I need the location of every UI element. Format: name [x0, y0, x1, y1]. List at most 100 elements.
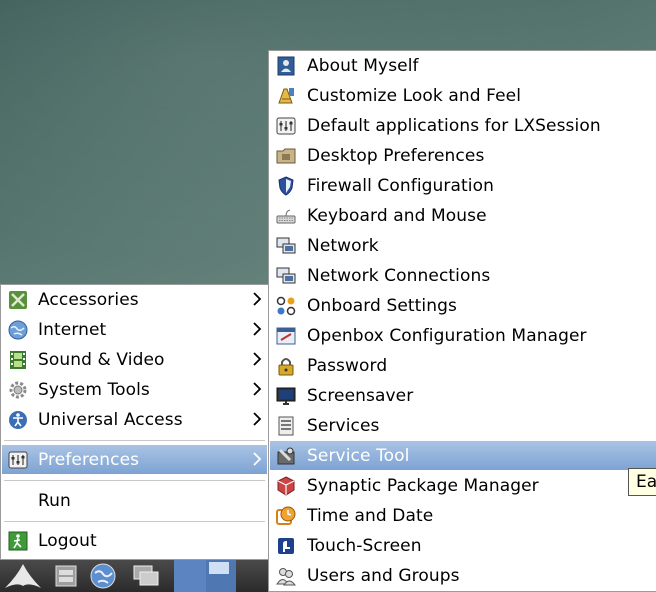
submenu-item-about-myself[interactable]: About Myself: [270, 51, 656, 80]
web-browser-icon: [90, 563, 116, 589]
file-manager-icon: [55, 565, 77, 587]
service-tool-icon: [275, 445, 297, 467]
preferences-icon: [7, 449, 29, 471]
network-icon: [275, 235, 297, 257]
chevron-right-icon: [253, 412, 262, 426]
paint-icon: [275, 85, 297, 107]
workspace-2-button[interactable]: [206, 560, 236, 592]
submenu-item-password[interactable]: Password: [270, 351, 656, 380]
lock-icon: [275, 355, 297, 377]
submenu-item-desktop-preferences[interactable]: Desktop Preferences: [270, 141, 656, 170]
submenu-item-network-connections[interactable]: Network Connections: [270, 261, 656, 290]
submenu-item-label: Services: [307, 415, 380, 436]
run-icon-placeholder: [7, 490, 29, 512]
chevron-right-icon: [253, 382, 262, 396]
menu-item-accessories[interactable]: Accessories: [2, 285, 267, 314]
chevron-right-icon: [253, 452, 262, 466]
submenu-item-label: Screensaver: [307, 385, 414, 406]
menu-item-system-tools[interactable]: System Tools: [2, 375, 267, 404]
submenu-item-openbox-config[interactable]: Openbox Configuration Manager: [270, 321, 656, 350]
submenu-item-default-applications[interactable]: Default applications for LXSession: [270, 111, 656, 140]
main-menu: Accessories Internet Sound & Video Syste…: [0, 284, 269, 560]
submenu-item-label: Network Connections: [307, 265, 491, 286]
menu-item-label: Accessories: [38, 289, 139, 310]
menu-item-label: Logout: [38, 530, 97, 551]
submenu-item-label: Password: [307, 355, 388, 376]
synaptic-icon: [275, 475, 297, 497]
submenu-item-label: Firewall Configuration: [307, 175, 495, 196]
users-icon: [275, 565, 297, 587]
accessibility-icon: [7, 409, 29, 431]
file-manager-launcher[interactable]: [50, 562, 82, 590]
desktop-folder-icon: [275, 145, 297, 167]
menu-item-internet[interactable]: Internet: [2, 315, 267, 344]
menu-item-run[interactable]: Run: [2, 486, 267, 515]
menu-item-universal-access[interactable]: Universal Access: [2, 405, 267, 434]
submenu-item-users-groups[interactable]: Users and Groups: [270, 561, 656, 590]
submenu-item-label: Time and Date: [307, 505, 434, 526]
submenu-item-label: Desktop Preferences: [307, 145, 485, 166]
menu-item-preferences[interactable]: Preferences: [2, 445, 267, 474]
internet-globe-icon: [7, 319, 29, 341]
submenu-item-synaptic[interactable]: Synaptic Package Manager: [270, 471, 656, 500]
start-menu-button[interactable]: [2, 562, 44, 590]
submenu-item-touch-screen[interactable]: Touch-Screen: [270, 531, 656, 560]
submenu-item-services[interactable]: Services: [270, 411, 656, 440]
touch-screen-icon: [275, 535, 297, 557]
logout-icon: [7, 530, 29, 552]
gear-icon: [7, 379, 29, 401]
submenu-item-keyboard-mouse[interactable]: Keyboard and Mouse: [270, 201, 656, 230]
submenu-item-label: Openbox Configuration Manager: [307, 325, 587, 346]
submenu-item-onboard-settings[interactable]: Onboard Settings: [270, 291, 656, 320]
submenu-item-label: Users and Groups: [307, 565, 460, 586]
submenu-item-label: Keyboard and Mouse: [307, 205, 487, 226]
start-menu-icon: [5, 564, 41, 588]
workspace-1-button[interactable]: [174, 560, 206, 592]
submenu-item-customize-look[interactable]: Customize Look and Feel: [270, 81, 656, 110]
menu-separator: [4, 480, 265, 481]
submenu-item-screensaver[interactable]: Screensaver: [270, 381, 656, 410]
submenu-item-network[interactable]: Network: [270, 231, 656, 260]
workspace-window-preview: [209, 562, 229, 574]
menu-separator: [4, 521, 265, 522]
show-desktop-button[interactable]: [128, 562, 164, 590]
preferences-icon: [275, 115, 297, 137]
accessories-icon: [7, 289, 29, 311]
submenu-item-service-tool[interactable]: Service Tool: [270, 441, 656, 470]
monitor-icon: [275, 385, 297, 407]
keyboard-icon: [275, 205, 297, 227]
taskbar: [0, 560, 268, 592]
chevron-right-icon: [253, 292, 262, 306]
menu-item-sound-video[interactable]: Sound & Video: [2, 345, 267, 374]
menu-separator: [4, 440, 265, 441]
chevron-right-icon: [253, 352, 262, 366]
menu-item-label: Universal Access: [38, 409, 183, 430]
menu-item-label: Sound & Video: [38, 349, 165, 370]
menu-item-label: Internet: [38, 319, 107, 340]
film-strip-icon: [7, 349, 29, 371]
menu-item-label: Run: [38, 490, 71, 511]
submenu-item-label: Onboard Settings: [307, 295, 457, 316]
submenu-item-label: Touch-Screen: [307, 535, 422, 556]
menu-item-logout[interactable]: Logout: [2, 526, 267, 555]
submenu-item-label: Service Tool: [307, 445, 410, 466]
submenu-item-label: Network: [307, 235, 379, 256]
user-card-icon: [275, 55, 297, 77]
menu-item-label: Preferences: [38, 449, 140, 470]
submenu-item-firewall[interactable]: Firewall Configuration: [270, 171, 656, 200]
network-icon: [275, 265, 297, 287]
clock-icon: [275, 505, 297, 527]
chevron-right-icon: [253, 322, 262, 336]
show-desktop-icon: [133, 565, 159, 586]
services-icon: [275, 415, 297, 437]
openbox-icon: [275, 325, 297, 347]
submenu-item-label: About Myself: [307, 55, 419, 76]
web-browser-launcher[interactable]: [86, 562, 120, 590]
submenu-item-time-date[interactable]: Time and Date: [270, 501, 656, 530]
menu-item-label: System Tools: [38, 379, 150, 400]
onboard-dots-icon: [275, 295, 297, 317]
tooltip: Ea: [628, 468, 656, 496]
submenu-item-label: Synaptic Package Manager: [307, 475, 539, 496]
submenu-item-label: Customize Look and Feel: [307, 85, 522, 106]
tooltip-text: Ea: [636, 472, 656, 492]
